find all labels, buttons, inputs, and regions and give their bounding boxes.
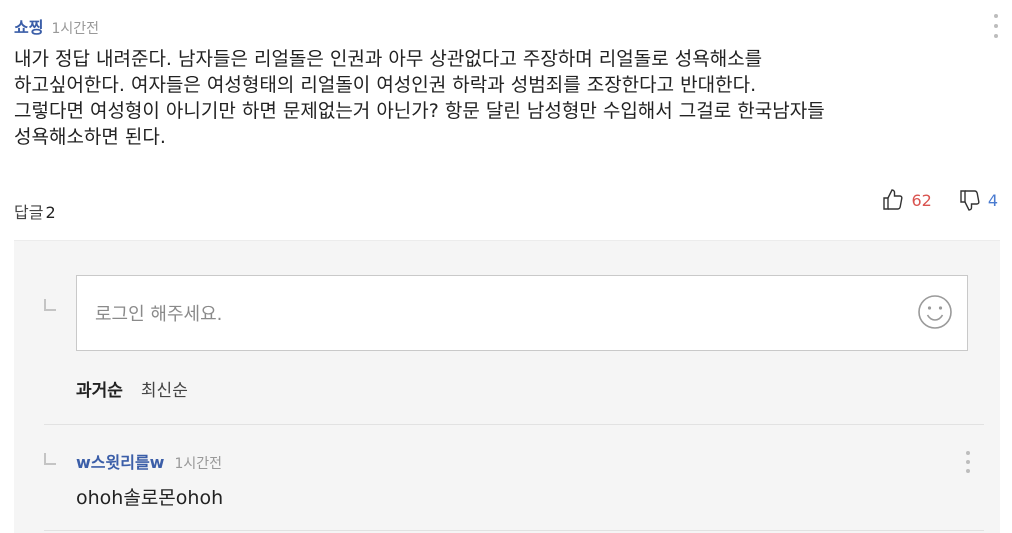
divider xyxy=(44,530,984,531)
reply-text: ohoh솔로몬ohoh xyxy=(76,487,224,509)
comment-header: 쇼찡 1시간전 xyxy=(14,14,99,38)
like-count: 62 xyxy=(911,190,932,210)
reply-count: 2 xyxy=(45,203,56,222)
comment-line: 성욕해소하면 된다. xyxy=(14,126,166,148)
reply-arrow-icon xyxy=(44,299,56,311)
reply-toggle-button[interactable]: 답글 2 xyxy=(14,199,56,223)
reply-author[interactable]: w스윗리를w xyxy=(76,449,164,473)
comment-body: 내가 정답 내려준다. 남자들은 리얼돌은 인권과 아무 상관없다고 주장하며 … xyxy=(14,46,1004,150)
reply-input-placeholder: 로그인 해주세요. xyxy=(95,304,223,325)
thumbs-down-icon xyxy=(960,190,980,211)
comment-time: 1시간전 xyxy=(51,21,100,37)
more-vertical-icon[interactable] xyxy=(962,451,974,473)
thumbs-up-icon xyxy=(883,189,903,210)
more-vertical-icon[interactable] xyxy=(990,14,1002,38)
comment-line: 내가 정답 내려준다. 남자들은 리얼돌은 인권과 아무 상관없다고 주장하며 … xyxy=(14,48,763,70)
reply-arrow-icon xyxy=(44,453,56,465)
dislike-count: 4 xyxy=(987,190,998,210)
smiley-icon[interactable] xyxy=(917,294,953,330)
reply-item: w스윗리를w 1시간전 ohoh솔로몬ohoh xyxy=(76,449,223,510)
divider xyxy=(44,424,984,425)
dislike-button[interactable]: 4 xyxy=(958,188,998,212)
like-button[interactable]: 62 xyxy=(881,188,932,212)
reply-input[interactable]: 로그인 해주세요. xyxy=(76,275,968,351)
sort-oldest-button[interactable]: 과거순 xyxy=(76,376,123,401)
sort-newest-button[interactable]: 최신순 xyxy=(141,376,188,401)
comment-author[interactable]: 쇼찡 xyxy=(14,14,43,38)
reply-time: 1시간전 xyxy=(174,456,223,472)
comment-line: 하고싶어한다. 여자들은 여성형태의 리얼돌이 여성인권 하락과 성범죄를 조장… xyxy=(14,74,757,96)
comment-line: 그렇다면 여성형이 아니기만 하면 문제없는거 아닌가? 항문 달린 남성형만 … xyxy=(14,100,825,122)
sort-options: 과거순 최신순 xyxy=(76,376,188,401)
reply-label: 답글 xyxy=(14,203,44,222)
vote-group: 62 4 xyxy=(881,188,998,212)
replies-panel: 로그인 해주세요. 과거순 최신순 w스윗리를w 1시간전 ohoh솔로몬oho… xyxy=(14,240,1000,533)
